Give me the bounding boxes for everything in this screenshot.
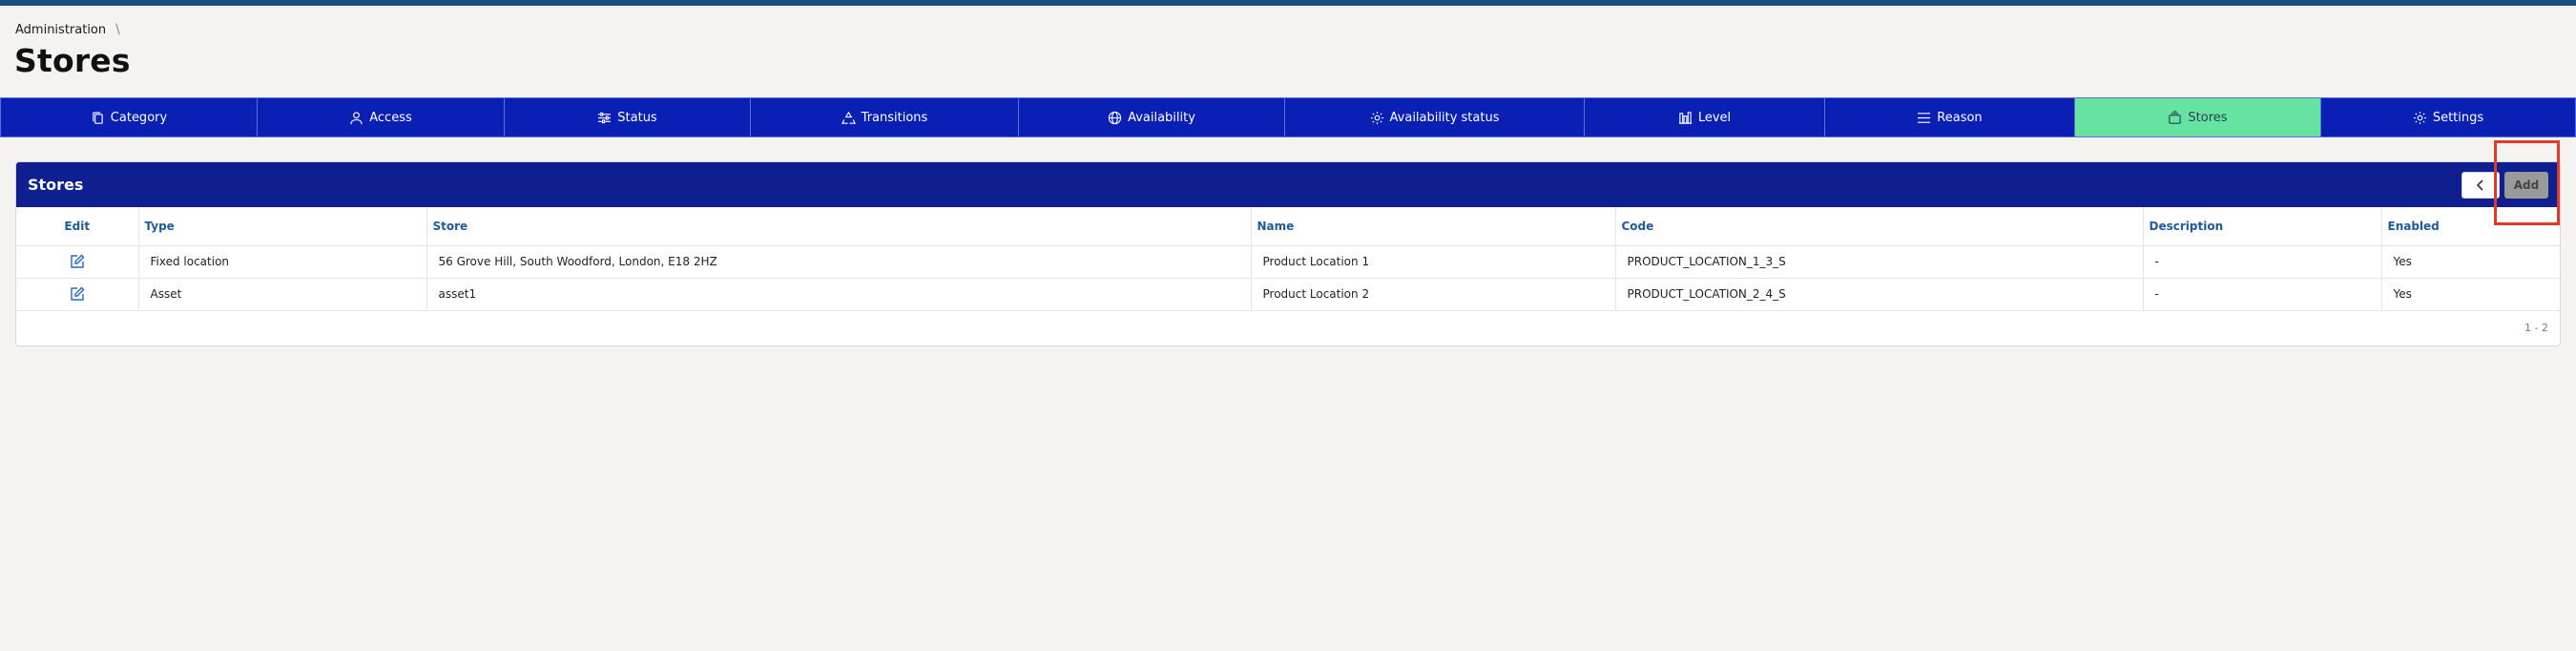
column-header-edit[interactable]: Edit [16,207,139,246]
tab-label: Availability [1128,110,1195,125]
cell-type: Asset [138,278,427,311]
recycle-icon [841,111,856,124]
stores-card: Stores Add Edit Type Store Name Code Des… [15,161,2561,346]
cell-enabled: Yes [2381,245,2560,279]
cell-description: - [2143,278,2382,311]
back-button[interactable] [2462,172,2500,199]
level-bars-icon [1678,111,1692,124]
tab-label: Availability status [1389,110,1500,125]
column-header-store[interactable]: Store [426,207,1252,246]
cell-type: Fixed location [138,245,427,279]
gear-icon [2413,111,2426,124]
tab-label: Stores [2188,110,2228,125]
tab-settings[interactable]: Settings [2321,97,2576,137]
globe-icon [1108,111,1122,124]
tab-label: Settings [2432,110,2484,125]
chevron-left-icon [2476,179,2483,191]
user-icon [350,111,363,124]
breadcrumb-administration[interactable]: Administration [15,23,106,37]
copy-icon [93,111,103,124]
sliders-icon [598,112,612,123]
cell-name: Product Location 2 [1251,278,1616,311]
tab-label: Transitions [861,110,928,125]
column-header-enabled[interactable]: Enabled [2381,207,2560,246]
tab-level[interactable]: Level [1585,97,1825,137]
breadcrumb: Administration \ [15,21,120,38]
table-row: Asset asset1 Product Location 2 PRODUCT_… [16,278,2560,311]
column-header-type[interactable]: Type [138,207,427,246]
card-header: Stores Add [16,162,2560,207]
tab-availability[interactable]: Availability [1019,97,1285,137]
column-header-code[interactable]: Code [1615,207,2144,246]
admin-tabs: Category Access Status Transitions Avail… [0,97,2576,137]
tab-label: Reason [1937,110,1983,125]
edit-cell [16,245,139,279]
cell-enabled: Yes [2381,278,2560,311]
tab-status[interactable]: Status [505,97,751,137]
edit-icon[interactable] [69,253,86,270]
tab-stores[interactable]: Stores [2075,97,2321,137]
tab-category[interactable]: Category [0,97,258,137]
table-header-row: Edit Type Store Name Code Description En… [16,207,2560,246]
stores-table: Edit Type Store Name Code Description En… [16,207,2560,311]
cell-store: asset1 [426,278,1252,311]
tab-label: Access [369,110,412,125]
top-accent-bar [0,0,2576,6]
add-button[interactable]: Add [2504,172,2548,199]
cell-name: Product Location 1 [1251,245,1616,279]
edit-cell [16,278,139,311]
stack-icon [2169,110,2182,124]
page-title: Stores [14,42,131,79]
table-row: Fixed location 56 Grove Hill, South Wood… [16,245,2560,279]
cell-code: PRODUCT_LOCATION_1_3_S [1615,245,2144,279]
gear-icon [1370,111,1383,124]
breadcrumb-separator: \ [115,22,120,37]
card-title: Stores [28,176,84,194]
tab-label: Category [110,110,168,125]
edit-icon[interactable] [69,285,86,303]
tab-reason[interactable]: Reason [1825,97,2075,137]
pagination-info: 1 - 2 [2524,322,2548,334]
column-header-description[interactable]: Description [2143,207,2382,246]
cell-description: - [2143,245,2382,279]
column-header-name[interactable]: Name [1251,207,1616,246]
tab-transitions[interactable]: Transitions [751,97,1019,137]
cell-store: 56 Grove Hill, South Woodford, London, E… [426,245,1252,279]
cell-code: PRODUCT_LOCATION_2_4_S [1615,278,2144,311]
tab-label: Status [617,110,657,125]
menu-lines-icon [1918,112,1931,123]
tab-availability-status[interactable]: Availability status [1285,97,1585,137]
tab-access[interactable]: Access [258,97,505,137]
tab-label: Level [1697,110,1732,125]
